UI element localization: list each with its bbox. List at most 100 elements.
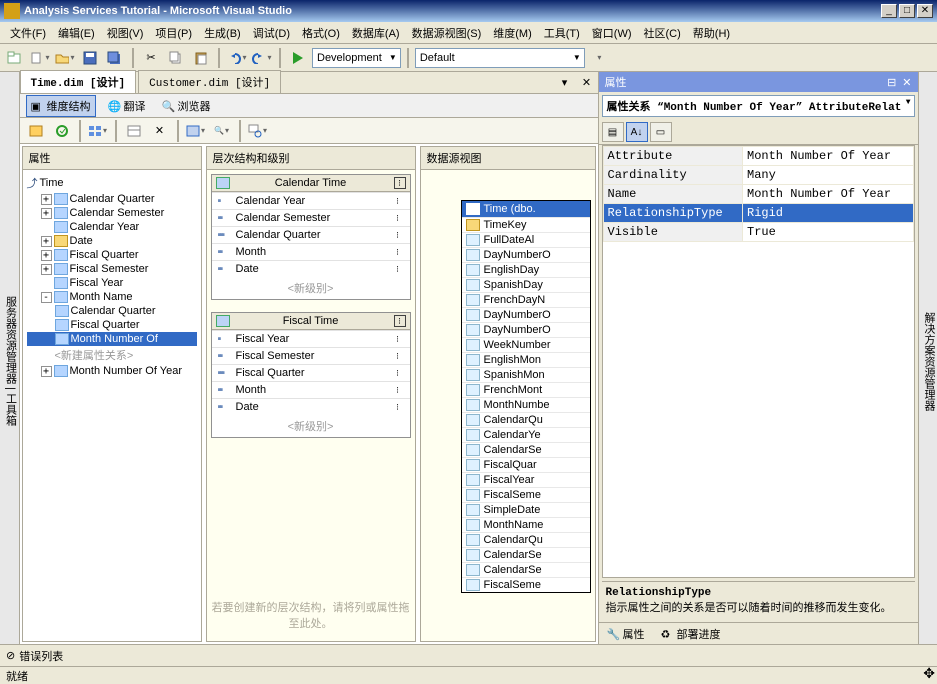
tree-child-selected[interactable]: Month Number Of: [27, 332, 197, 346]
tab-deploy-progress[interactable]: ♻部署进度: [653, 624, 729, 644]
redo-icon[interactable]: [251, 47, 273, 69]
view-as-icon[interactable]: [86, 120, 110, 142]
menu-help[interactable]: 帮助(H): [687, 23, 736, 43]
level-row[interactable]: ▪▪Date⁝: [212, 398, 410, 415]
tree-item[interactable]: +Calendar Semester: [27, 206, 197, 220]
dsv-column[interactable]: FiscalSeme: [462, 487, 590, 502]
add-bi-icon[interactable]: [24, 120, 48, 142]
level-row[interactable]: ▪▪▪Calendar Quarter⁝: [212, 226, 410, 243]
dsv-column[interactable]: DayNumberO: [462, 247, 590, 262]
show-all-icon[interactable]: [184, 120, 208, 142]
toolbar-overflow-icon[interactable]: [588, 47, 610, 69]
hierarchy-fiscal[interactable]: Fiscal Time⁝ ▪Fiscal Year⁝ ▪▪Fiscal Seme…: [211, 312, 411, 438]
menu-view[interactable]: 视图(V): [101, 23, 150, 43]
dsv-column[interactable]: SimpleDate: [462, 502, 590, 517]
pin-icon[interactable]: ⊟: [887, 76, 896, 89]
dsv-column[interactable]: FullDateAl: [462, 232, 590, 247]
copy-icon[interactable]: [165, 47, 187, 69]
new-dropdown-icon[interactable]: [29, 47, 51, 69]
level-row[interactable]: ▪▪Month⁝: [212, 381, 410, 398]
properties-grid[interactable]: AttributeMonth Number Of Year Cardinalit…: [602, 145, 915, 578]
menu-tools[interactable]: 工具(T): [538, 23, 586, 43]
new-level[interactable]: <新级别>: [212, 415, 410, 437]
undo-icon[interactable]: [226, 47, 248, 69]
menu-dimension[interactable]: 维度(M): [487, 23, 538, 43]
dsv-column[interactable]: SpanishDay: [462, 277, 590, 292]
dsv-column[interactable]: EnglishMon: [462, 352, 590, 367]
dsv-column[interactable]: EnglishDay: [462, 262, 590, 277]
tab-properties[interactable]: 🔧属性: [599, 624, 653, 644]
tree-item[interactable]: +Calendar Quarter: [27, 192, 197, 206]
chevron-icon[interactable]: ⁝: [394, 315, 406, 327]
error-list-tab[interactable]: ⊘ 错误列表: [0, 644, 937, 666]
target-combo[interactable]: Default: [415, 48, 585, 68]
dsv-column[interactable]: FrenchMont: [462, 382, 590, 397]
maximize-button[interactable]: □: [899, 4, 915, 18]
dsv-column[interactable]: MonthName: [462, 517, 590, 532]
menu-format[interactable]: 格式(O): [296, 23, 346, 43]
dsv-column[interactable]: DayNumberO: [462, 322, 590, 337]
level-row[interactable]: ▪▪Month⁝: [212, 243, 410, 260]
categorized-icon[interactable]: ▤: [602, 122, 624, 142]
solution-explorer-tab[interactable]: 解决方案资源管理器: [918, 72, 937, 644]
save-icon[interactable]: [79, 47, 101, 69]
tab-close-icon[interactable]: ✕: [576, 71, 598, 93]
process-icon[interactable]: [50, 120, 74, 142]
properties-object-combo[interactable]: 属性关系 “Month Number Of Year” AttributeRel…: [602, 95, 915, 117]
dsv-column[interactable]: CalendarQu: [462, 532, 590, 547]
alphabetical-icon[interactable]: A↓: [626, 122, 648, 142]
dsv-column[interactable]: CalendarSe: [462, 547, 590, 562]
dsv-column[interactable]: CalendarQu: [462, 412, 590, 427]
new-level[interactable]: <新级别>: [212, 277, 410, 299]
config-combo[interactable]: Development: [312, 48, 401, 68]
tree-root-time[interactable]: ⤴ Time: [27, 174, 197, 192]
start-debug-icon[interactable]: [287, 47, 309, 69]
dsv-column[interactable]: MonthNumbe: [462, 397, 590, 412]
open-dropdown-icon[interactable]: [54, 47, 76, 69]
menu-database[interactable]: 数据库(A): [346, 23, 406, 43]
tab-menu-icon[interactable]: ▾: [554, 71, 576, 93]
tree-item[interactable]: +Date: [27, 234, 197, 248]
tree-child[interactable]: Fiscal Quarter: [27, 318, 197, 332]
tab-customer-dim[interactable]: Customer.dim [设计]: [138, 70, 281, 93]
tree-item[interactable]: +Fiscal Semester: [27, 262, 197, 276]
dsv-column[interactable]: FrenchDayN: [462, 292, 590, 307]
show-table-icon[interactable]: [122, 120, 146, 142]
dsv-column[interactable]: DayNumberO: [462, 307, 590, 322]
save-all-icon[interactable]: [104, 47, 126, 69]
level-row[interactable]: ▪Calendar Year⁝: [212, 192, 410, 209]
chevron-icon[interactable]: ⁝: [394, 177, 406, 189]
paste-icon[interactable]: [190, 47, 212, 69]
menu-community[interactable]: 社区(C): [638, 23, 687, 43]
dsv-column[interactable]: CalendarSe: [462, 442, 590, 457]
server-explorer-tab[interactable]: 服务器资源管理器 | 工具箱: [0, 72, 20, 644]
tree-item[interactable]: +Month Number Of Year: [27, 364, 197, 378]
menu-edit[interactable]: 编辑(E): [52, 23, 101, 43]
dsv-column[interactable]: FiscalYear: [462, 472, 590, 487]
dsv-column[interactable]: FiscalSeme: [462, 577, 590, 592]
cut-icon[interactable]: ✂: [140, 47, 162, 69]
property-pages-icon[interactable]: ▭: [650, 122, 672, 142]
new-project-icon[interactable]: [4, 47, 26, 69]
menu-file[interactable]: 文件(F): [4, 23, 52, 43]
tree-item[interactable]: +Fiscal Quarter: [27, 248, 197, 262]
minimize-button[interactable]: _: [881, 4, 897, 18]
tree-new-relationship[interactable]: <新建属性关系>: [27, 346, 197, 364]
tree-item[interactable]: Calendar Year: [27, 220, 197, 234]
level-row[interactable]: ▪▪Date⁝: [212, 260, 410, 277]
hierarchy-calendar[interactable]: Calendar Time⁝ ▪Calendar Year⁝ ▪▪Calenda…: [211, 174, 411, 300]
subtab-browser[interactable]: 🔍浏览器: [158, 96, 215, 116]
menu-window[interactable]: 窗口(W): [586, 23, 638, 43]
menu-debug[interactable]: 调试(D): [247, 23, 296, 43]
subtab-translations[interactable]: 🌐翻译: [104, 96, 150, 116]
tree-item[interactable]: Fiscal Year: [27, 276, 197, 290]
delete-icon[interactable]: ✕: [148, 120, 172, 142]
subtab-structure[interactable]: ▣维度结构: [26, 95, 96, 117]
level-row[interactable]: ▪▪Fiscal Semester⁝: [212, 347, 410, 364]
level-row[interactable]: ▪▪Calendar Semester⁝: [212, 209, 410, 226]
menu-project[interactable]: 项目(P): [149, 23, 198, 43]
zoom-icon[interactable]: 🔍: [210, 120, 234, 142]
dsv-column[interactable]: FiscalQuar: [462, 457, 590, 472]
tree-child[interactable]: Calendar Quarter: [27, 304, 197, 318]
menu-dsv[interactable]: 数据源视图(S): [406, 23, 488, 43]
